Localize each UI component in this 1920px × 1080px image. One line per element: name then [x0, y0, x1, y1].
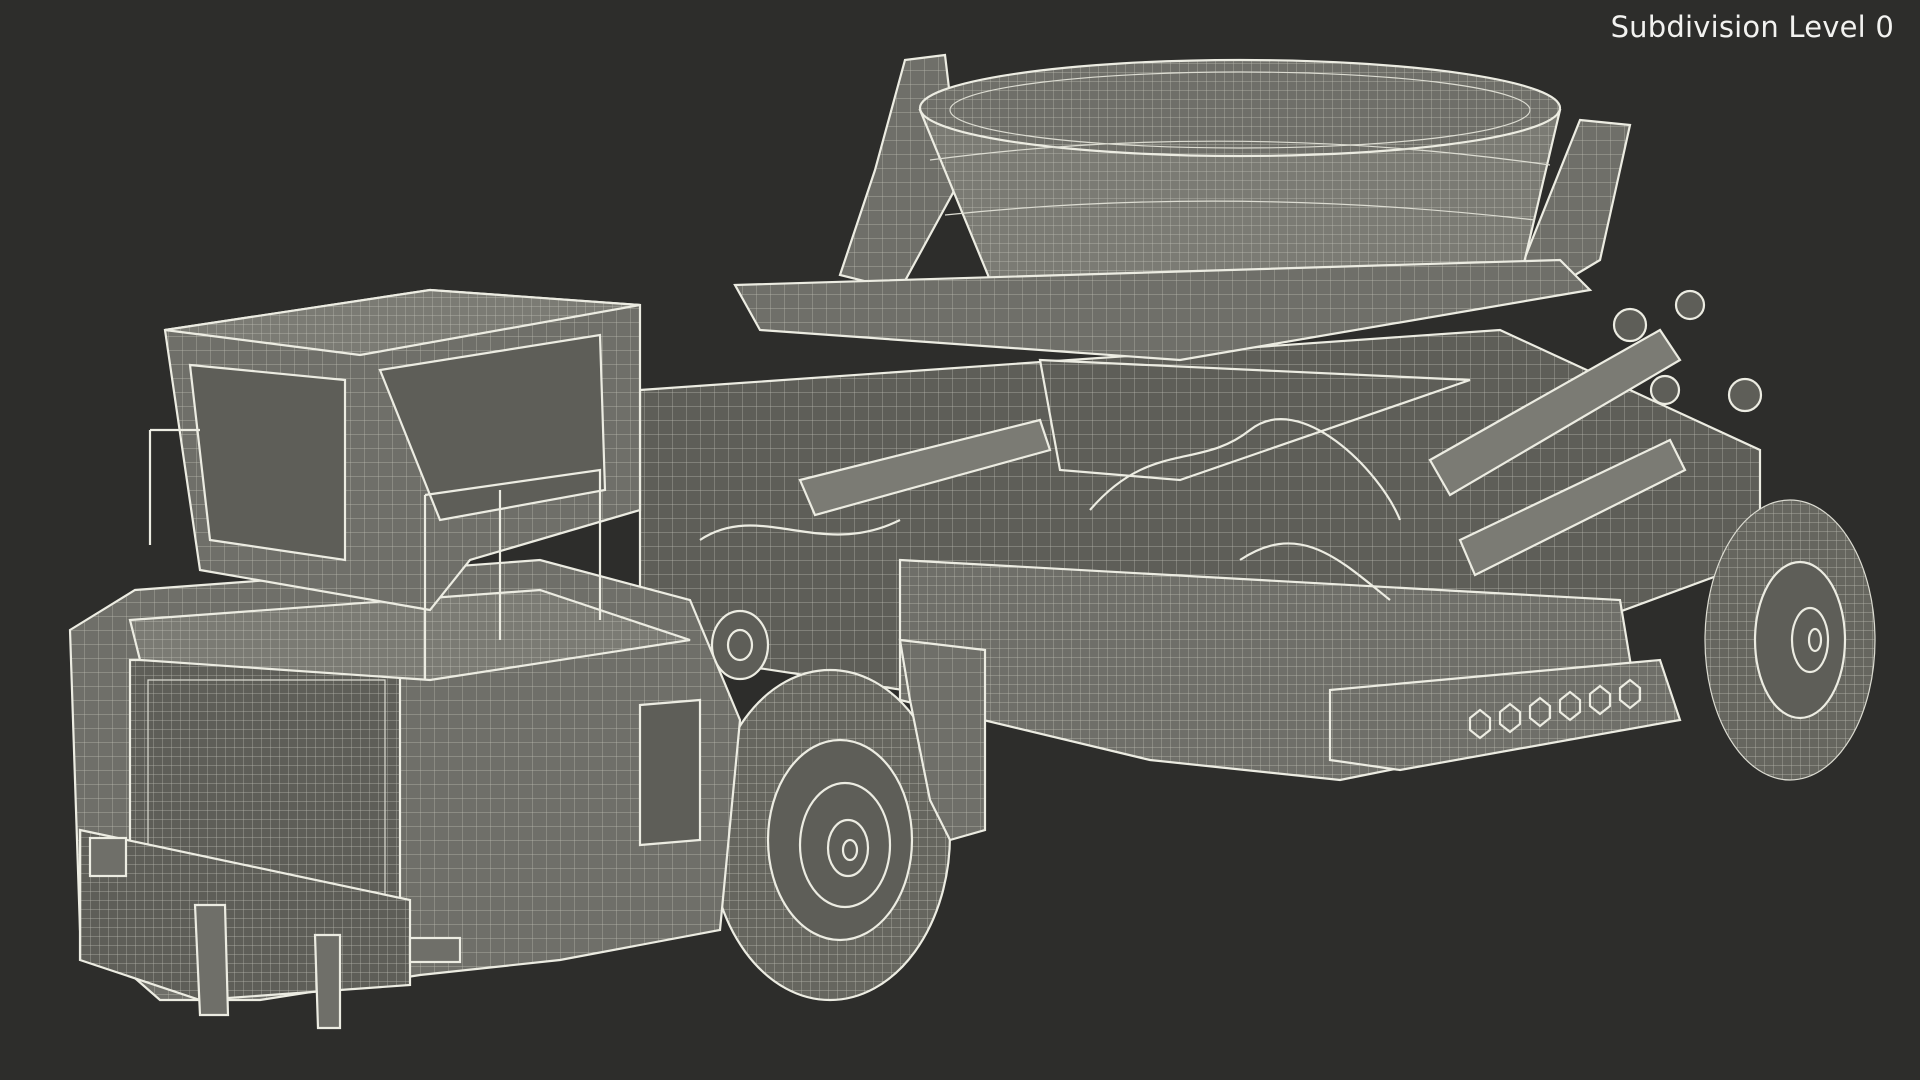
wireframe-vehicle-render [68, 53, 1876, 1030]
rear-wheel [1704, 499, 1876, 781]
engine-housing [68, 558, 742, 1030]
render-viewport: Subdivision Level 0 [0, 0, 1920, 1080]
subdivision-level-label: Subdivision Level 0 [1610, 10, 1894, 44]
